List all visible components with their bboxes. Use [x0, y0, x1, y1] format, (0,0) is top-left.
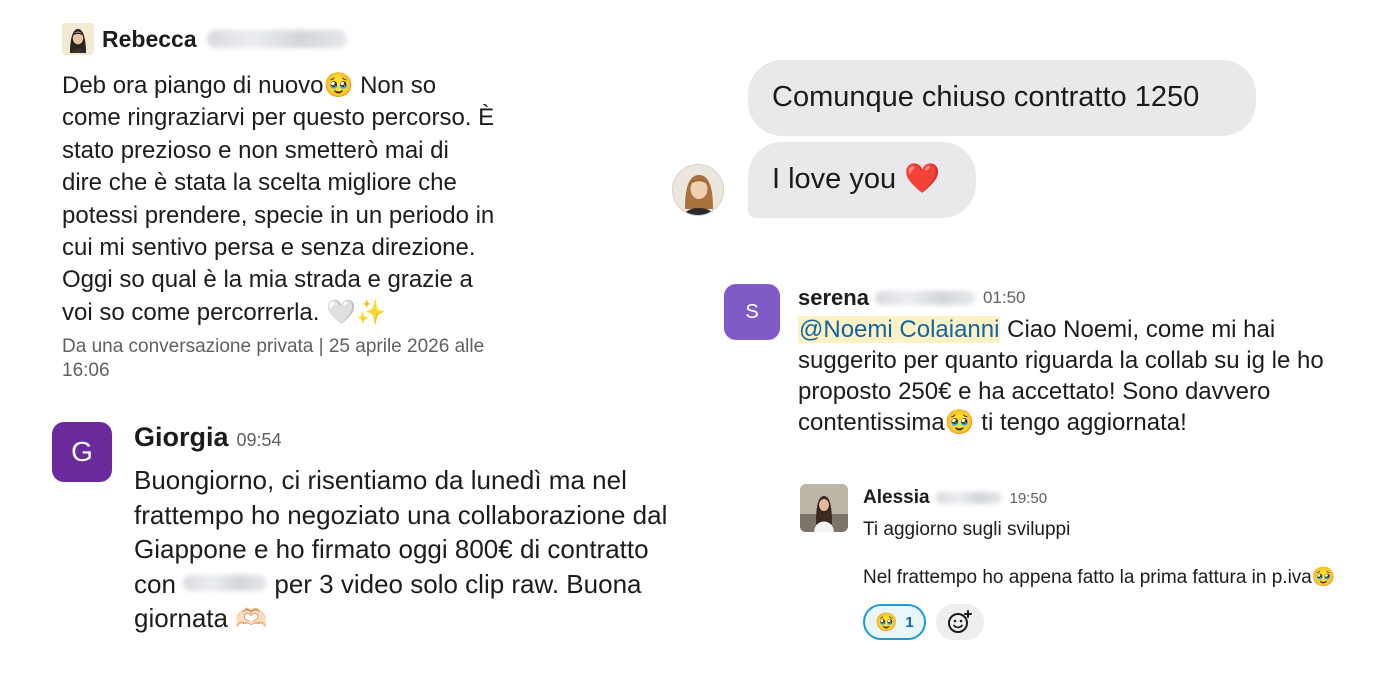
alessia-header: Alessia 19:50: [863, 484, 1343, 512]
serena-message-body: serena 01:50 @Noemi Colaianni Ciao Noemi…: [798, 282, 1338, 438]
reaction-pill[interactable]: 🥹 1: [863, 604, 926, 640]
serena-header: serena 01:50: [798, 282, 1338, 314]
serena-name[interactable]: serena: [798, 285, 869, 311]
alessia-message-line-1: Ti aggiorno sugli sviluppi: [863, 519, 1071, 540]
avatar-photo-icon: [673, 165, 723, 215]
add-reaction-icon: [947, 610, 972, 633]
serena-avatar[interactable]: S: [724, 284, 780, 340]
giorgia-message-text: Buongiorno, ci risentiamo da lunedì ma n…: [134, 463, 734, 636]
rebecca-testimonial-card: Rebecca Deb ora piango di nuovo🥹 Non so …: [62, 22, 562, 383]
redacted-surname: [206, 30, 347, 48]
user-mention[interactable]: @Noemi Colaianni: [798, 316, 1001, 343]
giorgia-avatar-letter: G: [71, 436, 93, 467]
giorgia-timestamp[interactable]: 09:54: [237, 430, 282, 451]
rebecca-meta-caption: Da una conversazione privata | 25 aprile…: [62, 336, 485, 382]
alessia-message-body: Alessia 19:50 Ti aggiorno sugli sviluppi…: [863, 484, 1343, 640]
reactions-bar: 🥹 1: [863, 604, 1343, 640]
redacted-surname: [935, 492, 1002, 504]
message-bubble[interactable]: Comunque chiuso contratto 1250: [748, 60, 1256, 136]
alessia-message-card: Alessia 19:50 Ti aggiorno sugli sviluppi…: [800, 484, 1360, 674]
add-reaction-button[interactable]: [935, 604, 984, 640]
giorgia-message-body: Giorgia 09:54 Buongiorno, ci risentiamo …: [134, 422, 734, 636]
alessia-avatar[interactable]: [800, 484, 848, 532]
imessage-conversation: Comunque chiuso contratto 1250 I love yo…: [660, 58, 1300, 228]
rebecca-header: Rebecca: [62, 22, 562, 56]
alessia-timestamp[interactable]: 19:50: [1010, 490, 1048, 507]
sender-avatar[interactable]: [672, 164, 724, 216]
reaction-emoji: 🥹: [875, 611, 898, 632]
alessia-name[interactable]: Alessia: [863, 487, 930, 509]
serena-timestamp[interactable]: 01:50: [983, 288, 1026, 308]
reaction-count: 1: [905, 613, 914, 631]
giorgia-header: Giorgia 09:54: [134, 422, 734, 453]
avatar-photo-icon: [62, 23, 94, 55]
alessia-message-line-2: Nel frattempo ho appena fatto la prima f…: [863, 567, 1336, 588]
avatar-photo-icon: [800, 484, 848, 532]
rebecca-message: Deb ora piango di nuovo🥹 Non so come rin…: [62, 72, 495, 326]
serena-message-text: @Noemi Colaianni Ciao Noemi, come mi hai…: [798, 314, 1338, 438]
rebecca-avatar[interactable]: [62, 23, 94, 55]
giorgia-name[interactable]: Giorgia: [134, 422, 229, 453]
redacted-company-name: [183, 574, 268, 591]
giorgia-avatar[interactable]: G: [52, 422, 112, 482]
rebecca-name: Rebecca: [102, 25, 197, 52]
redacted-surname: [874, 291, 975, 305]
testimonials-collage: Rebecca Deb ora piango di nuovo🥹 Non so …: [0, 0, 1400, 700]
message-bubble[interactable]: I love you ❤️: [748, 142, 976, 218]
serena-avatar-letter: S: [745, 300, 759, 323]
